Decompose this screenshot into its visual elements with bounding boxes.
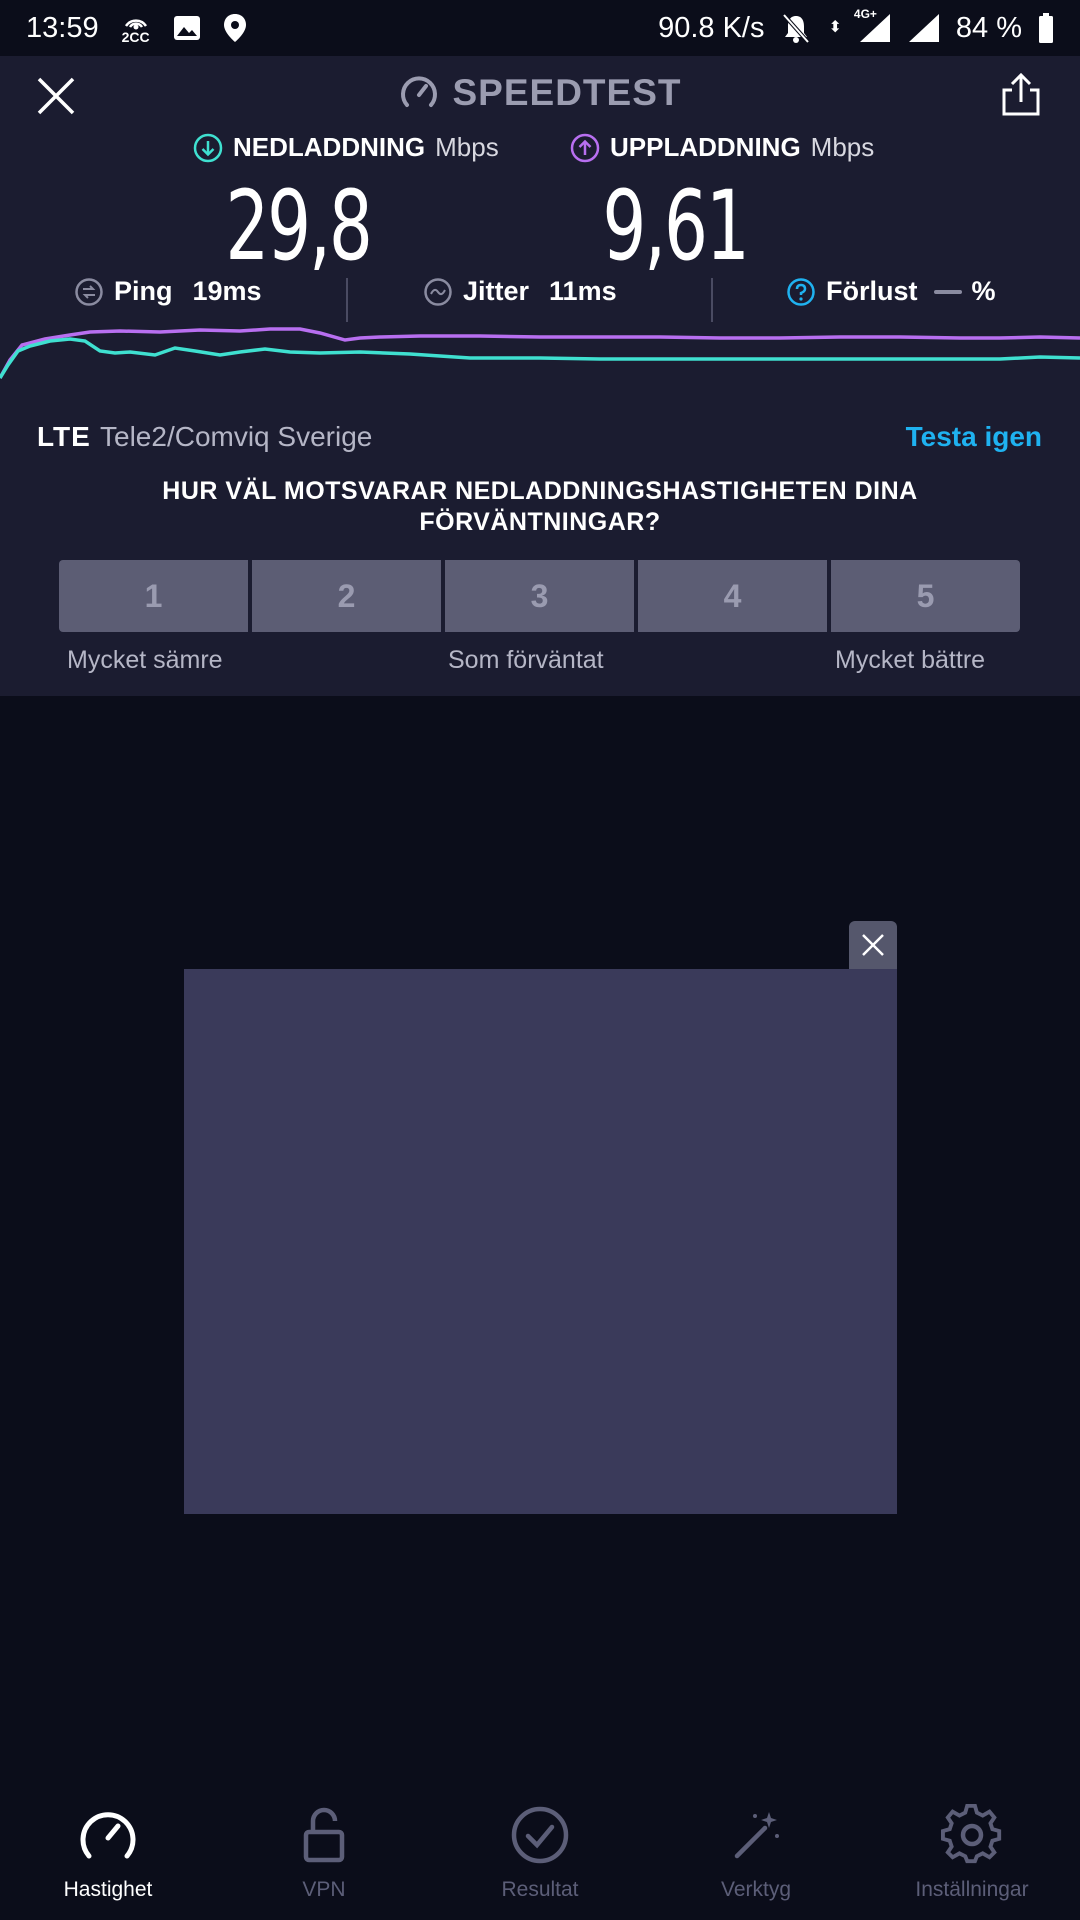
upload-label-text: UPPLADDNING — [610, 132, 801, 162]
speedometer-icon — [80, 1812, 136, 1859]
jitter-label: Jitter — [463, 276, 530, 306]
download-arrow-icon — [193, 133, 223, 162]
loss-value: % — [971, 276, 996, 306]
upload-unit: Mbps — [810, 132, 875, 162]
loss-label: Förlust — [826, 276, 918, 306]
header: SPEEDTEST — [0, 56, 1080, 132]
provider-row: LTE Tele2/Comviq Sverige Testa igen — [0, 416, 1080, 466]
nav-label: Inställningar — [915, 1878, 1029, 1901]
gear-icon — [941, 1804, 1002, 1864]
ping-stat: Ping 19ms — [74, 276, 262, 307]
battery-icon — [1038, 13, 1054, 43]
metrics-labels: NEDLADDNING Mbps UPPLADDNING Mbps — [0, 132, 1080, 176]
share-icon — [1002, 72, 1040, 116]
jitter-icon — [424, 277, 452, 306]
nav-item-installningar[interactable]: Inställningar — [864, 1790, 1080, 1920]
status-time: 13:59 — [26, 11, 99, 44]
download-graph-line — [0, 337, 1080, 379]
data-arrows-icon: ⬍ — [828, 19, 842, 36]
nav-label: Verktyg — [720, 1878, 792, 1901]
retry-button[interactable]: Testa igen — [906, 421, 1042, 453]
rating-option-5[interactable]: 5 — [831, 560, 1020, 632]
bell-muted-icon — [780, 13, 812, 43]
stats-divider — [711, 278, 713, 322]
caption-high: Mycket bättre — [835, 646, 986, 674]
bottom-nav: Hastighet VPN Resultat Verktyg Inställni… — [0, 1790, 1080, 1920]
ad-close-button[interactable] — [849, 921, 897, 969]
connection-type: LTE — [37, 421, 91, 452]
hotspot-label: 2CC — [121, 29, 150, 45]
speedtest-app: 13:59 2CC 90.8 K/s ⬍ 4G+ 84 % SPEEDTEST … — [0, 0, 1080, 1920]
help-circle-icon[interactable] — [786, 277, 816, 307]
rating-option-3[interactable]: 3 — [445, 560, 634, 632]
nav-label: VPN — [302, 1878, 346, 1901]
caption-low: Mycket sämre — [67, 646, 223, 674]
download-value: 29,8 — [225, 170, 372, 282]
status-bar: 13:59 2CC 90.8 K/s ⬍ 4G+ 84 % — [0, 0, 1080, 56]
check-circle-icon — [511, 1806, 569, 1864]
image-icon — [173, 15, 201, 41]
upload-label: UPPLADDNING Mbps — [570, 132, 874, 163]
stats-row: Ping 19ms Jitter 11ms Förlust % — [0, 276, 1080, 324]
caption-mid: Som förväntat — [448, 646, 604, 674]
provider-name: Tele2/Comviq Sverige — [100, 421, 373, 452]
location-icon — [223, 13, 247, 43]
app-title-text: SPEEDTEST — [452, 72, 682, 113]
download-label-text: NEDLADDNING — [233, 132, 426, 162]
ping-icon — [75, 277, 103, 306]
magic-wand-icon — [734, 1812, 779, 1859]
rating-row: 1 2 3 4 5 — [59, 560, 1020, 632]
network-badge: 4G+ — [853, 7, 877, 21]
net-speed: 90.8 K/s — [658, 11, 765, 44]
ping-label: Ping — [114, 276, 173, 306]
rating-option-2[interactable]: 2 — [252, 560, 441, 632]
rating-option-4[interactable]: 4 — [638, 560, 827, 632]
survey-question: HUR VÄL MOTSVARAR NEDLADDNINGSHASTIGHETE… — [162, 477, 918, 536]
ping-value: 19ms — [192, 276, 262, 306]
nav-item-vpn[interactable]: VPN — [216, 1790, 432, 1920]
jitter-stat: Jitter 11ms — [423, 276, 617, 307]
download-label: NEDLADDNING Mbps — [193, 132, 499, 163]
nav-label: Resultat — [501, 1878, 579, 1901]
unlock-icon — [303, 1807, 345, 1863]
upload-arrow-icon — [570, 133, 600, 162]
rating-option-1[interactable]: 1 — [59, 560, 248, 632]
results-panel: SPEEDTEST NEDLADDNING Mbps UPPLADDNING M… — [0, 56, 1080, 696]
nav-item-hastighet[interactable]: Hastighet — [0, 1790, 216, 1920]
loss-stat: Förlust % — [786, 276, 996, 307]
share-button[interactable] — [998, 72, 1044, 118]
stats-divider — [346, 278, 348, 322]
jitter-value: 11ms — [549, 276, 617, 306]
speedometer-icon — [400, 76, 437, 107]
close-icon — [862, 934, 884, 956]
upload-value: 9,61 — [602, 170, 749, 282]
download-unit: Mbps — [435, 132, 499, 162]
nav-label: Hastighet — [63, 1878, 153, 1901]
loss-dash — [933, 289, 962, 294]
app-title: SPEEDTEST — [0, 72, 1080, 114]
rating-captions: Mycket sämre Som förväntat Mycket bättre — [0, 646, 1080, 682]
signal-icon — [908, 13, 940, 43]
nav-item-verktyg[interactable]: Verktyg — [648, 1790, 864, 1920]
nav-item-resultat[interactable]: Resultat — [432, 1790, 648, 1920]
battery-level: 84 % — [955, 11, 1022, 44]
signal-4g-icon: 4G+ — [854, 7, 892, 43]
hotspot-icon: 2CC — [121, 12, 151, 44]
ad-banner[interactable] — [184, 969, 897, 1514]
